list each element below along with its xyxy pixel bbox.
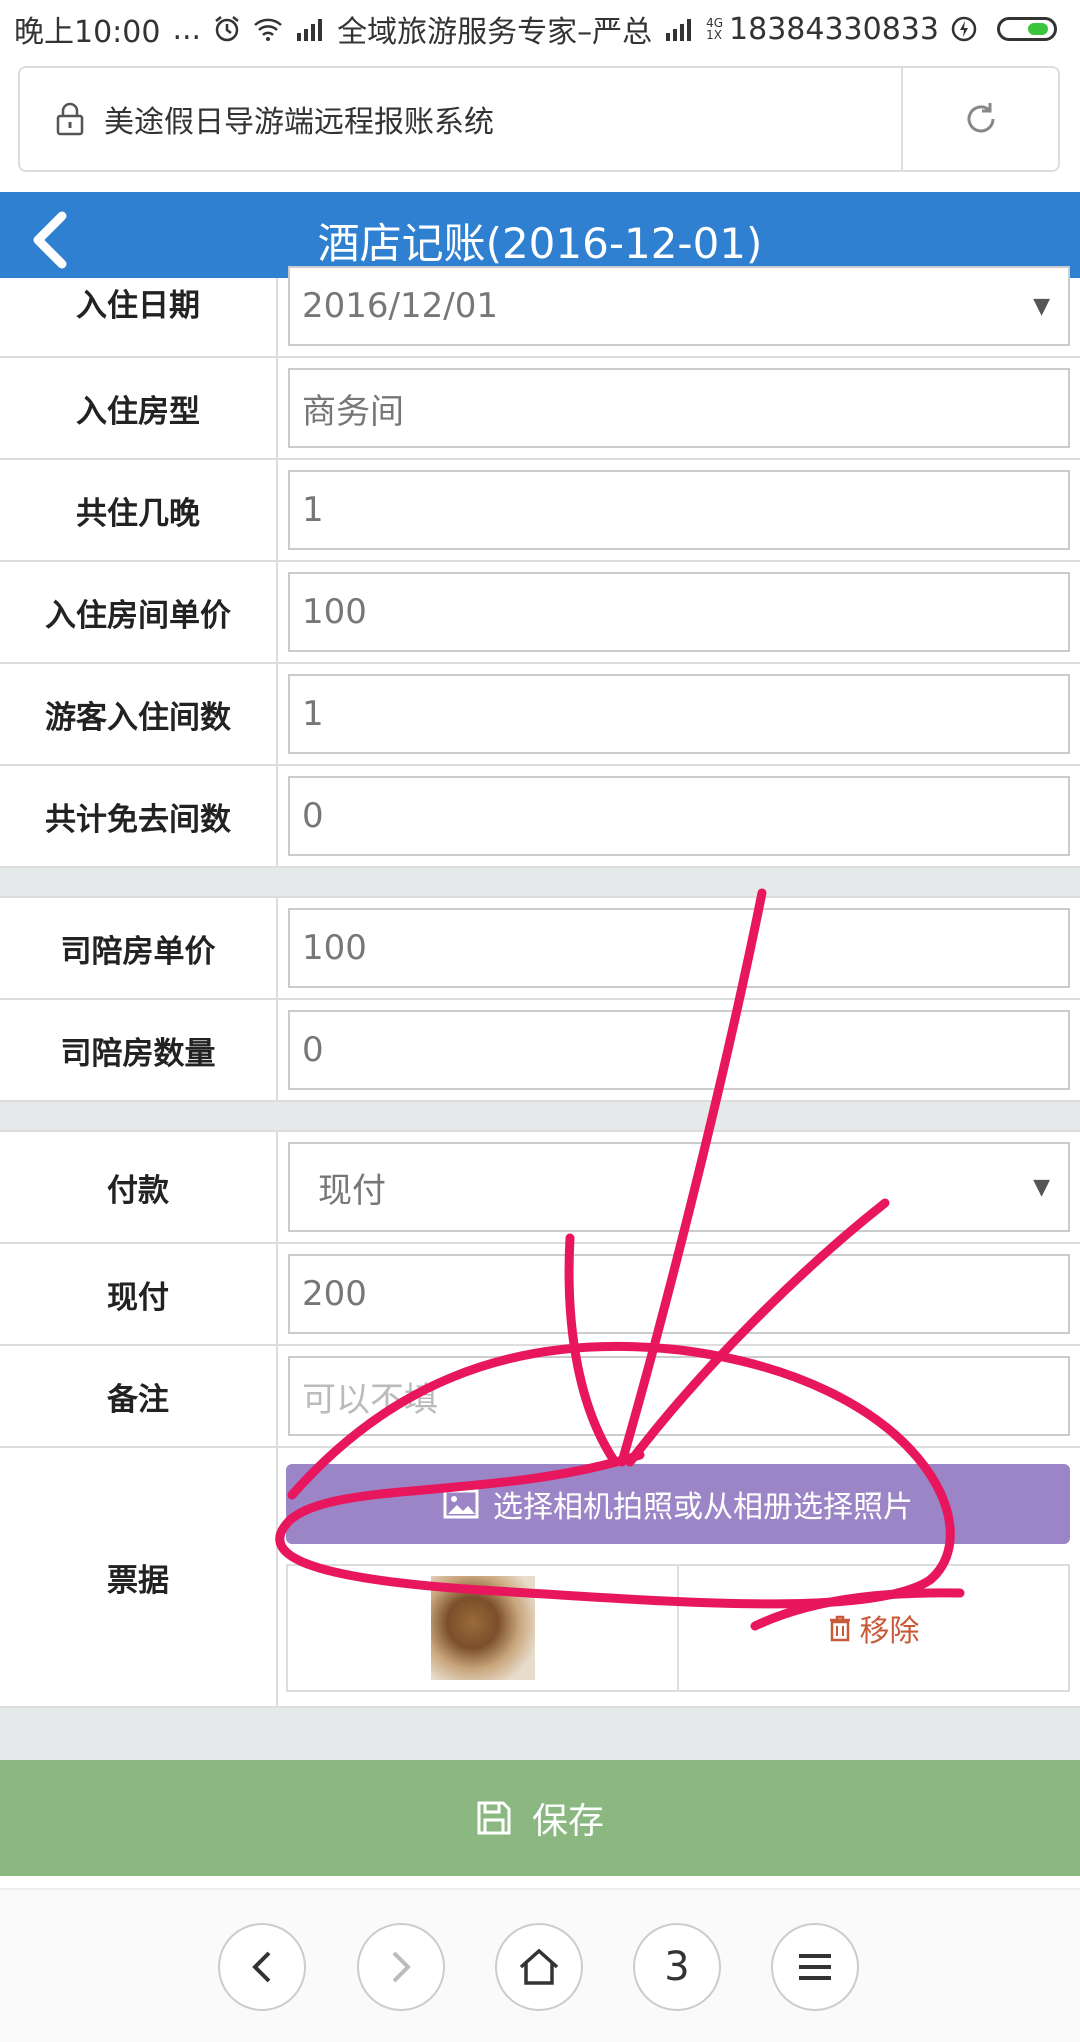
cash-label: 现付 — [0, 1244, 278, 1344]
save-button[interactable]: 保存 — [0, 1760, 1080, 1876]
status-dots: ... — [172, 11, 202, 47]
home-icon — [519, 1948, 559, 1985]
remove-button[interactable]: 移除 — [828, 1606, 920, 1650]
row-cash: 现付 200 — [0, 1244, 1080, 1346]
free-rooms-label: 共计免去间数 — [0, 766, 278, 866]
back-button[interactable] — [28, 210, 72, 270]
nights-label: 共住几晚 — [0, 460, 278, 560]
network-type: 4G 1X — [706, 17, 723, 41]
driver-rooms-label: 司陪房数量 — [0, 1000, 278, 1100]
chevron-right-icon — [392, 1951, 411, 1983]
driver-price-input[interactable]: 100 — [288, 908, 1070, 988]
choose-photo-button[interactable]: 选择相机拍照或从相册选择照片 — [286, 1464, 1070, 1544]
receipt-remove-cell: 移除 — [677, 1566, 1068, 1690]
room-price-label: 入住房间单价 — [0, 562, 278, 662]
remark-label: 备注 — [0, 1346, 278, 1446]
lock-icon — [50, 99, 90, 139]
row-room-type: 入住房型 商务间 — [0, 358, 1080, 460]
network-bottom: 1X — [706, 28, 722, 42]
hotel-form: 入住日期 2016/12/01 ▼ 入住房型 商务间 共住几晚 1 入住房间单价… — [0, 266, 1080, 1760]
receipt-thumb-cell — [288, 1566, 677, 1690]
reload-icon — [967, 103, 994, 133]
driver-price-label: 司陪房单价 — [0, 898, 278, 998]
status-carrier: 全域旅游服务专家–严总 — [337, 15, 653, 50]
address-bar[interactable]: 美途假日导游端远程报账系统 — [18, 66, 1060, 172]
row-free-rooms: 共计免去间数 0 — [0, 766, 1080, 868]
page-title: 美途假日导游端远程报账系统 — [104, 105, 494, 140]
payment-label: 付款 — [0, 1132, 278, 1242]
receipt-label: 票据 — [0, 1448, 278, 1706]
chevron-left-icon — [33, 211, 67, 269]
row-rooms: 游客入住间数 1 — [0, 664, 1080, 766]
tab-count: 3 — [664, 1944, 690, 1990]
reload-button[interactable] — [901, 68, 1058, 170]
dropdown-arrow-icon: ▼ — [1033, 1174, 1050, 1200]
driver-group: 司陪房单价 100 司陪房数量 0 — [0, 896, 1080, 1102]
rooms-label: 游客入住间数 — [0, 664, 278, 764]
wifi-icon — [253, 17, 283, 41]
free-rooms-input[interactable]: 0 — [288, 776, 1070, 856]
forward-nav-button[interactable] — [357, 1923, 445, 2011]
menu-icon — [799, 1954, 831, 1980]
signal-icon-2 — [664, 17, 694, 41]
rooms-input[interactable]: 1 — [288, 674, 1070, 754]
trash-icon — [829, 1615, 850, 1642]
receipt-thumbnail[interactable] — [430, 1576, 535, 1680]
row-remark: 备注 可以不填 — [0, 1346, 1080, 1448]
row-room-price: 入住房间单价 100 — [0, 562, 1080, 664]
row-driver-price: 司陪房单价 100 — [0, 898, 1080, 1000]
status-time: 晚上10:00 — [14, 15, 161, 50]
row-driver-rooms: 司陪房数量 0 — [0, 1000, 1080, 1102]
chevron-left-icon — [252, 1951, 271, 1983]
choose-photo-label: 选择相机拍照或从相册选择照片 — [493, 1490, 913, 1525]
room-group: 入住日期 2016/12/01 ▼ 入住房型 商务间 共住几晚 1 入住房间单价… — [0, 266, 1080, 868]
receipt-table: 移除 — [286, 1564, 1070, 1692]
row-nights: 共住几晚 1 — [0, 460, 1080, 562]
image-icon — [443, 1489, 479, 1519]
row-receipt: 票据 选择相机拍照或从相册选择照片 移除 — [0, 1448, 1080, 1708]
room-type-label: 入住房型 — [0, 358, 278, 458]
remove-label: 移除 — [859, 1614, 920, 1649]
tabs-button[interactable]: 3 — [633, 1923, 721, 2011]
checkin-date-label: 入住日期 — [0, 278, 278, 356]
room-type-input[interactable]: 商务间 — [288, 368, 1070, 448]
signal-icon — [295, 17, 325, 41]
header-title: 酒店记账(2016-12-01) — [317, 218, 763, 268]
battery-icon — [996, 17, 1057, 41]
room-price-input[interactable]: 100 — [288, 572, 1070, 652]
charging-icon — [951, 16, 977, 42]
alarm-icon — [213, 15, 241, 43]
driver-rooms-input[interactable]: 0 — [288, 1010, 1070, 1090]
save-icon — [477, 1801, 511, 1835]
back-nav-button[interactable] — [218, 1923, 306, 2011]
menu-button[interactable] — [771, 1923, 859, 2011]
status-phone: 18384330833 — [729, 11, 939, 47]
save-label: 保存 — [531, 1801, 604, 1842]
checkin-date-value: 2016/12/01 — [302, 286, 498, 326]
cash-input[interactable]: 200 — [288, 1254, 1070, 1334]
dropdown-arrow-icon: ▼ — [1033, 293, 1050, 319]
payment-group: 付款 现付 ▼ 现付 200 备注 可以不填 票据 选择相机拍照或从相册选择照片 — [0, 1130, 1080, 1708]
status-bar: 晚上10:00 ... 全域旅游服务专家–严总 4G 1X 1838433083… — [0, 0, 1080, 58]
browser-toolbar: 3 — [0, 1888, 1080, 2042]
home-button[interactable] — [495, 1923, 583, 2011]
nights-input[interactable]: 1 — [288, 470, 1070, 550]
row-checkin-date: 入住日期 2016/12/01 ▼ — [0, 266, 1080, 358]
row-payment: 付款 现付 ▼ — [0, 1132, 1080, 1244]
payment-select[interactable]: 现付 ▼ — [288, 1142, 1070, 1232]
checkin-date-select[interactable]: 2016/12/01 ▼ — [288, 266, 1070, 346]
remark-input[interactable]: 可以不填 — [288, 1356, 1070, 1436]
payment-value: 现付 — [318, 1170, 386, 1211]
